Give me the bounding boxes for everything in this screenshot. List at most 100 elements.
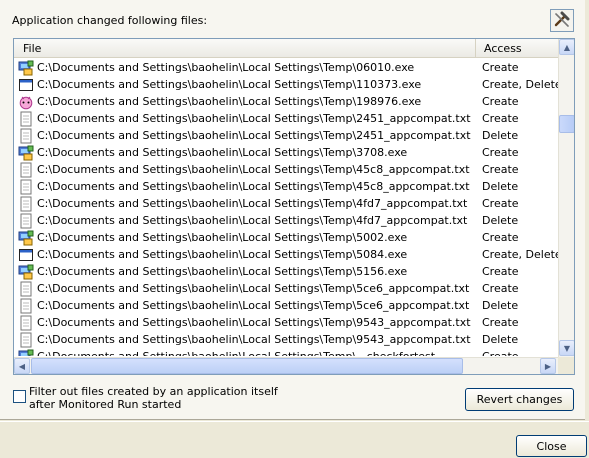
- scroll-up-button[interactable]: ▲: [559, 39, 574, 55]
- table-row[interactable]: C:\Documents and Settings\baohelin\Local…: [14, 110, 558, 127]
- horizontal-scroll-thumb[interactable]: [31, 358, 463, 374]
- access-cell: Create: [476, 348, 558, 356]
- file-cell: C:\Documents and Settings\baohelin\Local…: [14, 212, 476, 229]
- access-cell: Create: [482, 265, 519, 278]
- access-cell: Create: [482, 163, 519, 176]
- file-cell: C:\Documents and Settings\baohelin\Local…: [14, 331, 476, 348]
- revert-changes-button[interactable]: Revert changes: [465, 388, 574, 411]
- access-cell: Delete: [482, 129, 519, 142]
- access-cell: Create: [482, 197, 519, 210]
- file-cell: C:\Documents and Settings\baohelin\Local…: [14, 144, 476, 161]
- file-cell: C:\Documents and Settings\baohelin\Local…: [14, 280, 476, 297]
- file-rows: C:\Documents and Settings\baohelin\Local…: [14, 59, 558, 356]
- table-row[interactable]: C:\Documents and Settings\baohelin\Local…: [14, 246, 558, 263]
- column-file-header[interactable]: File: [14, 39, 476, 57]
- filter-checkbox[interactable]: [13, 390, 26, 403]
- file-path: C:\Documents and Settings\baohelin\Local…: [37, 231, 408, 244]
- file-path: C:\Documents and Settings\baohelin\Local…: [37, 348, 435, 356]
- table-row[interactable]: C:\Documents and Settings\baohelin\Local…: [14, 280, 558, 297]
- list-header: File Access: [14, 39, 558, 58]
- file-path: C:\Documents and Settings\baohelin\Local…: [37, 265, 408, 278]
- table-row[interactable]: C:\Documents and Settings\baohelin\Local…: [14, 314, 558, 331]
- divider: [0, 421, 589, 422]
- access-cell: Create: [482, 112, 519, 125]
- table-row[interactable]: C:\Documents and Settings\baohelin\Local…: [14, 229, 558, 246]
- exe-app-icon: [18, 230, 36, 246]
- column-access-header[interactable]: Access: [476, 39, 558, 57]
- access-cell: Create: [482, 61, 519, 74]
- vertical-scroll-thumb[interactable]: [559, 115, 574, 133]
- file-path: C:\Documents and Settings\baohelin\Local…: [37, 163, 470, 176]
- file-path: C:\Documents and Settings\baohelin\Local…: [37, 95, 422, 108]
- file-cell: C:\Documents and Settings\baohelin\Local…: [14, 161, 476, 178]
- exe-app-icon: [18, 145, 36, 161]
- text-file-icon: [18, 332, 36, 348]
- table-row[interactable]: C:\Documents and Settings\baohelin\Local…: [14, 127, 558, 144]
- vertical-scrollbar[interactable]: ▲ ▼: [558, 39, 574, 357]
- file-path: C:\Documents and Settings\baohelin\Local…: [37, 248, 408, 261]
- window-icon: [18, 77, 36, 93]
- changed-files-list[interactable]: File Access C:\Documents and Settings\ba…: [13, 38, 575, 375]
- file-cell: C:\Documents and Settings\baohelin\Local…: [14, 93, 476, 110]
- file-path: C:\Documents and Settings\baohelin\Local…: [37, 112, 471, 125]
- exe-app-icon: [18, 60, 36, 76]
- scroll-left-button[interactable]: ◀: [14, 358, 30, 374]
- file-path: C:\Documents and Settings\baohelin\Local…: [37, 316, 471, 329]
- file-path: C:\Documents and Settings\baohelin\Local…: [37, 214, 468, 227]
- tool-button[interactable]: [550, 9, 574, 32]
- table-row[interactable]: C:\Documents and Settings\baohelin\Local…: [14, 348, 558, 356]
- text-file-icon: [18, 213, 36, 229]
- access-cell: Create: [482, 95, 519, 108]
- table-row[interactable]: C:\Documents and Settings\baohelin\Local…: [14, 93, 558, 110]
- file-path: C:\Documents and Settings\baohelin\Local…: [37, 129, 471, 142]
- filter-label[interactable]: Filter out files created by an applicati…: [29, 385, 301, 411]
- table-row[interactable]: C:\Documents and Settings\baohelin\Local…: [14, 331, 558, 348]
- file-path: C:\Documents and Settings\baohelin\Local…: [37, 299, 470, 312]
- file-cell: C:\Documents and Settings\baohelin\Local…: [14, 314, 476, 331]
- table-row[interactable]: C:\Documents and Settings\baohelin\Local…: [14, 195, 558, 212]
- table-row[interactable]: C:\Documents and Settings\baohelin\Local…: [14, 144, 558, 161]
- pink-app-icon: [18, 94, 36, 110]
- table-row[interactable]: C:\Documents and Settings\baohelin\Local…: [14, 297, 558, 314]
- exe-app-icon: [18, 349, 36, 356]
- access-cell: Create: [482, 231, 519, 244]
- text-file-icon: [18, 315, 36, 331]
- table-row[interactable]: C:\Documents and Settings\baohelin\Local…: [14, 59, 558, 76]
- file-cell: C:\Documents and Settings\baohelin\Local…: [14, 195, 476, 212]
- scroll-right-button[interactable]: ▶: [540, 358, 556, 374]
- horizontal-scrollbar[interactable]: ◀ ▶: [14, 357, 558, 374]
- text-file-icon: [18, 196, 36, 212]
- file-path: C:\Documents and Settings\baohelin\Local…: [37, 282, 470, 295]
- scroll-down-button[interactable]: ▼: [559, 340, 574, 356]
- table-row[interactable]: C:\Documents and Settings\baohelin\Local…: [14, 263, 558, 280]
- table-row[interactable]: C:\Documents and Settings\baohelin\Local…: [14, 178, 558, 195]
- access-cell: Delete: [482, 333, 519, 346]
- file-cell: C:\Documents and Settings\baohelin\Local…: [14, 246, 476, 263]
- access-cell: Create, Delete: [482, 248, 558, 261]
- table-row[interactable]: C:\Documents and Settings\baohelin\Local…: [14, 161, 558, 178]
- text-file-icon: [18, 162, 36, 178]
- file-cell: C:\Documents and Settings\baohelin\Local…: [14, 127, 476, 144]
- file-path: C:\Documents and Settings\baohelin\Local…: [37, 78, 422, 91]
- file-path: C:\Documents and Settings\baohelin\Local…: [37, 146, 408, 159]
- file-path: C:\Documents and Settings\baohelin\Local…: [37, 180, 470, 193]
- window-icon: [18, 247, 36, 263]
- text-file-icon: [18, 179, 36, 195]
- file-cell: C:\Documents and Settings\baohelin\Local…: [14, 178, 476, 195]
- access-cell: Delete: [482, 180, 519, 193]
- text-file-icon: [18, 298, 36, 314]
- close-button[interactable]: Close: [516, 435, 587, 457]
- text-file-icon: [18, 128, 36, 144]
- file-path: C:\Documents and Settings\baohelin\Local…: [37, 333, 471, 346]
- right-edge: [585, 0, 589, 420]
- text-file-icon: [18, 111, 36, 127]
- table-row[interactable]: C:\Documents and Settings\baohelin\Local…: [14, 76, 558, 93]
- hammer-icon: [554, 11, 570, 30]
- file-cell: C:\Documents and Settings\baohelin\Local…: [14, 110, 476, 127]
- scroll-corner: [558, 357, 574, 374]
- file-cell: C:\Documents and Settings\baohelin\Local…: [14, 297, 476, 314]
- access-cell: Delete: [482, 299, 519, 312]
- access-cell: Create: [482, 146, 519, 159]
- file-cell: C:\Documents and Settings\baohelin\Local…: [14, 59, 476, 76]
- table-row[interactable]: C:\Documents and Settings\baohelin\Local…: [14, 212, 558, 229]
